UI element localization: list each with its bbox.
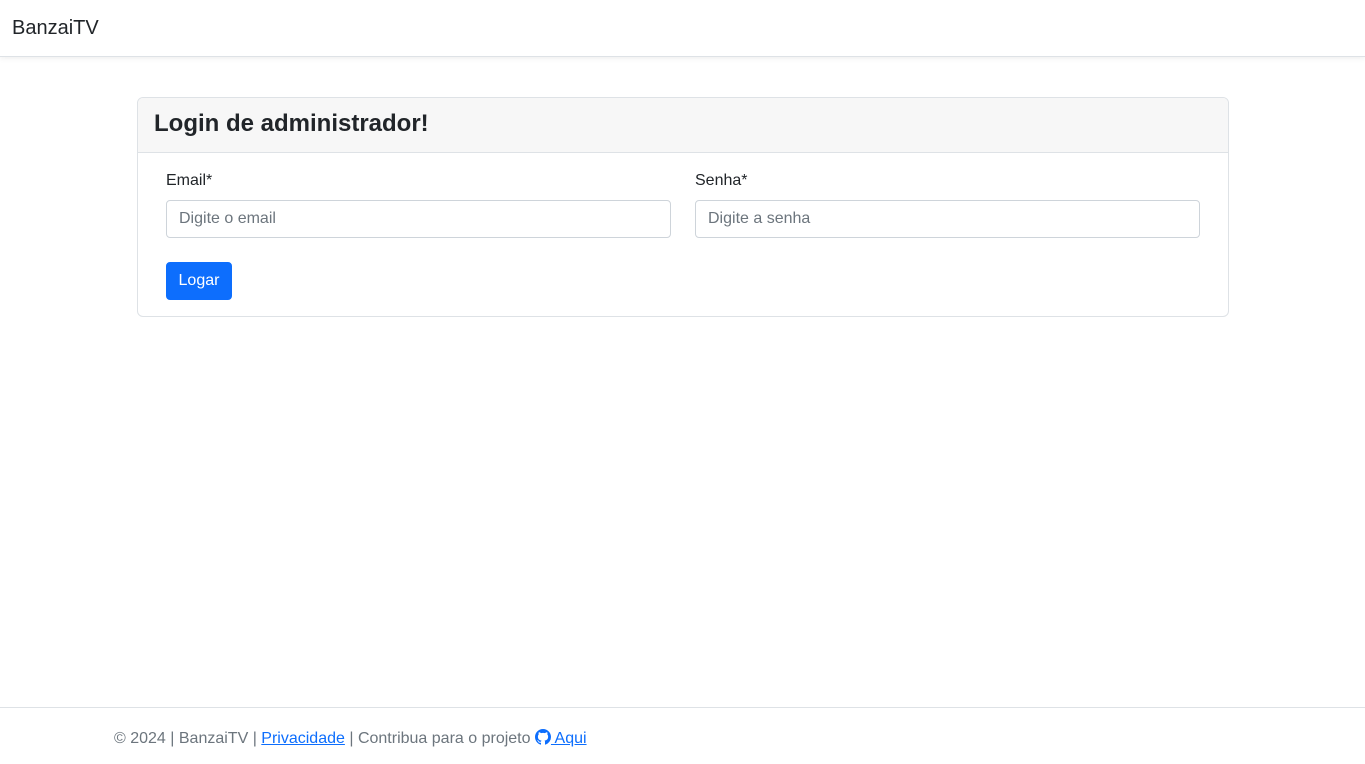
contribute-link[interactable]: Aqui [534,729,587,747]
footer-text: © 2024 | BanzaiTV | Privacidade | Contri… [114,729,587,749]
page-footer: © 2024 | BanzaiTV | Privacidade | Contri… [0,707,1365,764]
password-field[interactable] [695,200,1200,238]
privacy-link[interactable]: Privacidade [261,730,345,747]
login-card-header: Login de administrador! [138,98,1228,153]
email-field[interactable] [166,200,671,238]
github-icon [534,729,551,745]
contribute-link-label: Aqui [550,730,587,747]
login-button[interactable]: Logar [166,262,232,300]
page-title: Login de administrador! [154,110,429,137]
email-label: Email* [166,172,213,189]
login-card: Login de administrador! Email* Senha* Lo… [137,97,1229,317]
top-navbar: BanzaiTV [0,0,1365,57]
footer-copyright: © 2024 | BanzaiTV | [114,730,262,747]
password-label: Senha* [695,172,748,189]
brand-link[interactable]: BanzaiTV [12,16,99,40]
footer-contribute-text: | Contribua para o projeto [344,730,535,747]
